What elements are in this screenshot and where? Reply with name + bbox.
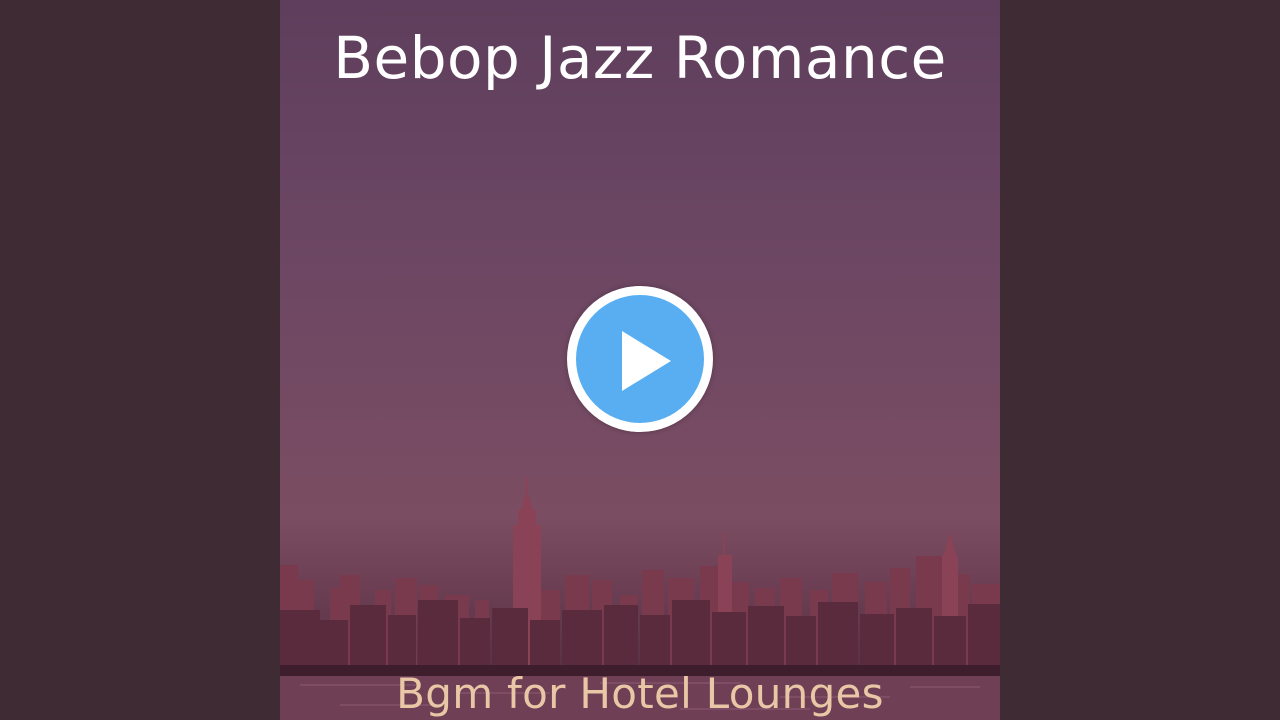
play-icon [622,331,671,391]
video-player[interactable]: Bebop Jazz Romance Bgm for Hotel Lounges [0,0,1280,720]
album-subtitle: Bgm for Hotel Lounges [396,669,884,718]
play-button[interactable] [567,286,713,432]
album-title: Bebop Jazz Romance [333,24,947,92]
